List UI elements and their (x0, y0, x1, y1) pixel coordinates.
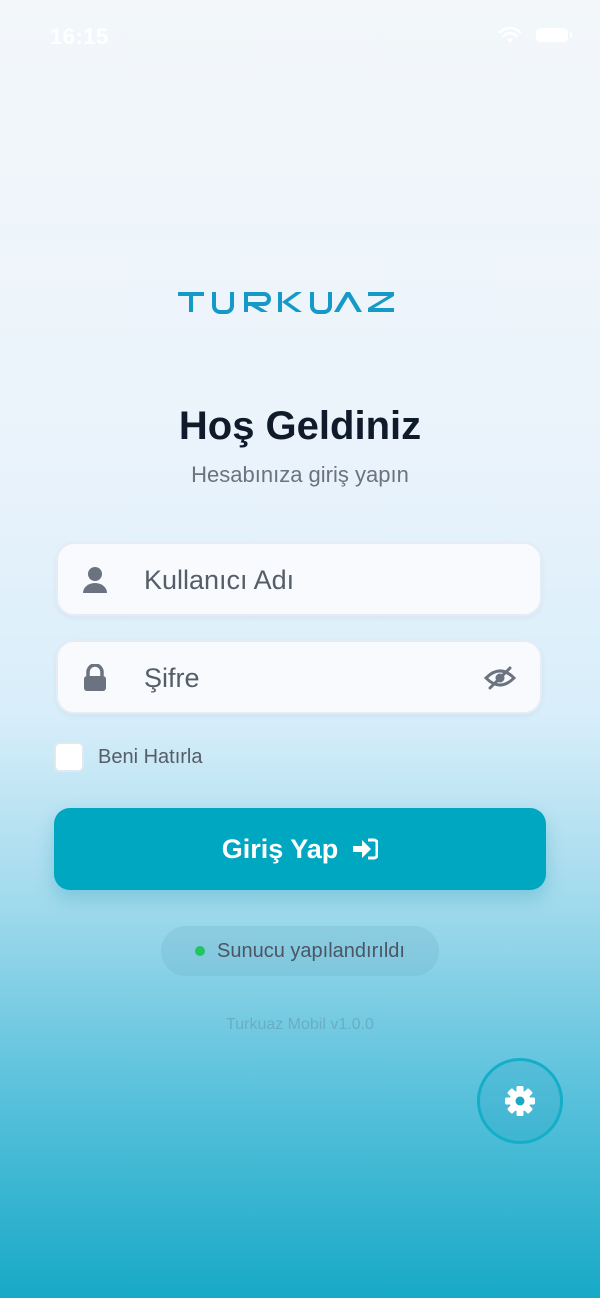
remember-checkbox[interactable] (54, 742, 84, 772)
brand-logo (0, 290, 600, 314)
status-dot (195, 946, 206, 956)
password-input[interactable] (142, 642, 476, 714)
welcome-subtitle: Hesabınıza giriş yapın (191, 462, 409, 487)
status-time: 16:15 (50, 24, 109, 49)
remember-me[interactable]: Beni Hatırla (54, 742, 203, 772)
app-version: Turkuaz Mobil v1.0.0 (226, 1016, 374, 1033)
password-field[interactable] (56, 640, 542, 714)
eye-slash-icon[interactable] (484, 666, 516, 690)
wifi-icon (498, 26, 522, 43)
status-icons (498, 26, 572, 44)
server-status-badge: Sunucu yapılandırıldı (161, 926, 439, 976)
settings-button[interactable] (477, 1058, 563, 1144)
lock-icon (84, 664, 106, 691)
welcome-title: Hoş Geldiniz (178, 404, 422, 448)
username-input[interactable] (142, 544, 476, 616)
sign-in-icon (353, 838, 379, 860)
status-bar: 16:15 (0, 0, 600, 80)
user-icon (83, 567, 107, 593)
turkuaz-logo (178, 292, 394, 314)
login-button[interactable]: Giriş Yap (54, 808, 546, 890)
battery-icon (536, 28, 572, 42)
remember-label: Beni Hatırla (98, 745, 203, 768)
server-status-text: Sunucu yapılandırıldı (217, 939, 405, 962)
gear-icon (505, 1086, 535, 1116)
username-field[interactable] (56, 542, 542, 616)
login-button-label: Giriş Yap (221, 833, 339, 864)
